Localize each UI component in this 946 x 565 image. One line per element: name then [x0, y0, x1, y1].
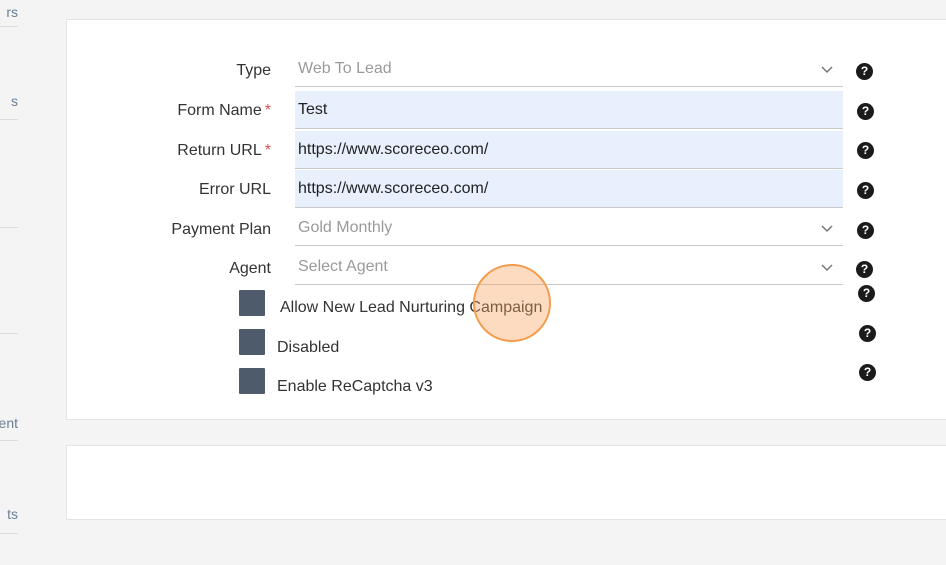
- sidebar-divider: [0, 119, 18, 120]
- help-icon[interactable]: ?: [857, 142, 874, 159]
- sidebar-item-fragment[interactable]: ts: [7, 506, 18, 522]
- agent-row: Agent Select Agent ?: [67, 249, 946, 289]
- sidebar-divider: [0, 333, 18, 334]
- form-name-label: Form Name *: [177, 102, 271, 119]
- allow-lead-nurturing-checkbox[interactable]: [239, 290, 265, 316]
- help-icon[interactable]: ?: [857, 182, 874, 199]
- sidebar: rs s ent ts: [0, 0, 18, 565]
- disabled-checkbox-row[interactable]: Disabled: [239, 329, 439, 356]
- sidebar-item-fragment[interactable]: ent: [0, 415, 18, 431]
- agent-select[interactable]: Select Agent: [295, 249, 843, 285]
- disabled-checkbox[interactable]: [239, 329, 265, 355]
- chevron-down-icon: [821, 66, 833, 74]
- help-icon[interactable]: ?: [856, 261, 873, 278]
- sidebar-item-fragment[interactable]: rs: [6, 4, 18, 20]
- error-url-row: Error URL https://www.scoreceo.com/ ?: [67, 170, 946, 210]
- return-url-input[interactable]: https://www.scoreceo.com/: [295, 131, 843, 169]
- help-icon[interactable]: ?: [859, 325, 876, 342]
- payment-plan-row: Payment Plan Gold Monthly ?: [67, 210, 946, 250]
- allow-lead-nurturing-label: Allow New Lead Nurturing Campaign: [280, 299, 543, 316]
- error-url-input[interactable]: https://www.scoreceo.com/: [295, 170, 843, 208]
- type-row: Type Web To Lead ?: [67, 51, 946, 91]
- payment-plan-value: Gold Monthly: [298, 219, 393, 236]
- type-select[interactable]: Web To Lead: [295, 51, 843, 87]
- sidebar-divider: [0, 26, 18, 27]
- chevron-down-icon: [821, 225, 833, 233]
- error-url-label: Error URL: [198, 181, 271, 198]
- recaptcha-checkbox-row[interactable]: Enable ReCaptcha v3: [239, 368, 479, 395]
- disabled-label: Disabled: [277, 339, 340, 356]
- form-name-input[interactable]: Test: [295, 91, 843, 129]
- type-label: Type: [236, 62, 271, 79]
- sidebar-item-fragment[interactable]: s: [11, 93, 18, 109]
- web-form-settings-panel: Type Web To Lead ? Form Name * Test ? Ret…: [66, 19, 946, 420]
- payment-plan-label: Payment Plan: [171, 221, 271, 238]
- recaptcha-checkbox[interactable]: [239, 368, 265, 394]
- help-icon[interactable]: ?: [857, 103, 874, 120]
- help-icon[interactable]: ?: [857, 222, 874, 239]
- return-url-label: Return URL *: [177, 142, 271, 159]
- error-url-value: https://www.scoreceo.com/: [298, 180, 489, 197]
- help-icon[interactable]: ?: [856, 63, 873, 80]
- agent-placeholder: Select Agent: [298, 258, 388, 275]
- secondary-panel: [66, 445, 946, 520]
- sidebar-divider: [0, 440, 18, 441]
- agent-label: Agent: [229, 260, 271, 277]
- help-icon[interactable]: ?: [859, 364, 876, 381]
- payment-plan-select[interactable]: Gold Monthly: [295, 210, 843, 246]
- type-select-value: Web To Lead: [298, 60, 392, 77]
- form-name-row: Form Name * Test ?: [67, 91, 946, 131]
- help-icon[interactable]: ?: [858, 285, 875, 302]
- form-name-value: Test: [298, 101, 328, 118]
- return-url-value: https://www.scoreceo.com/: [298, 141, 489, 158]
- chevron-down-icon: [821, 264, 833, 272]
- return-url-row: Return URL * https://www.scoreceo.com/ ?: [67, 131, 946, 171]
- allow-lead-nurturing-checkbox-row[interactable]: Allow New Lead Nurturing Campaign: [239, 290, 639, 316]
- sidebar-divider: [0, 227, 18, 228]
- recaptcha-label: Enable ReCaptcha v3: [277, 378, 433, 395]
- sidebar-divider: [0, 533, 18, 534]
